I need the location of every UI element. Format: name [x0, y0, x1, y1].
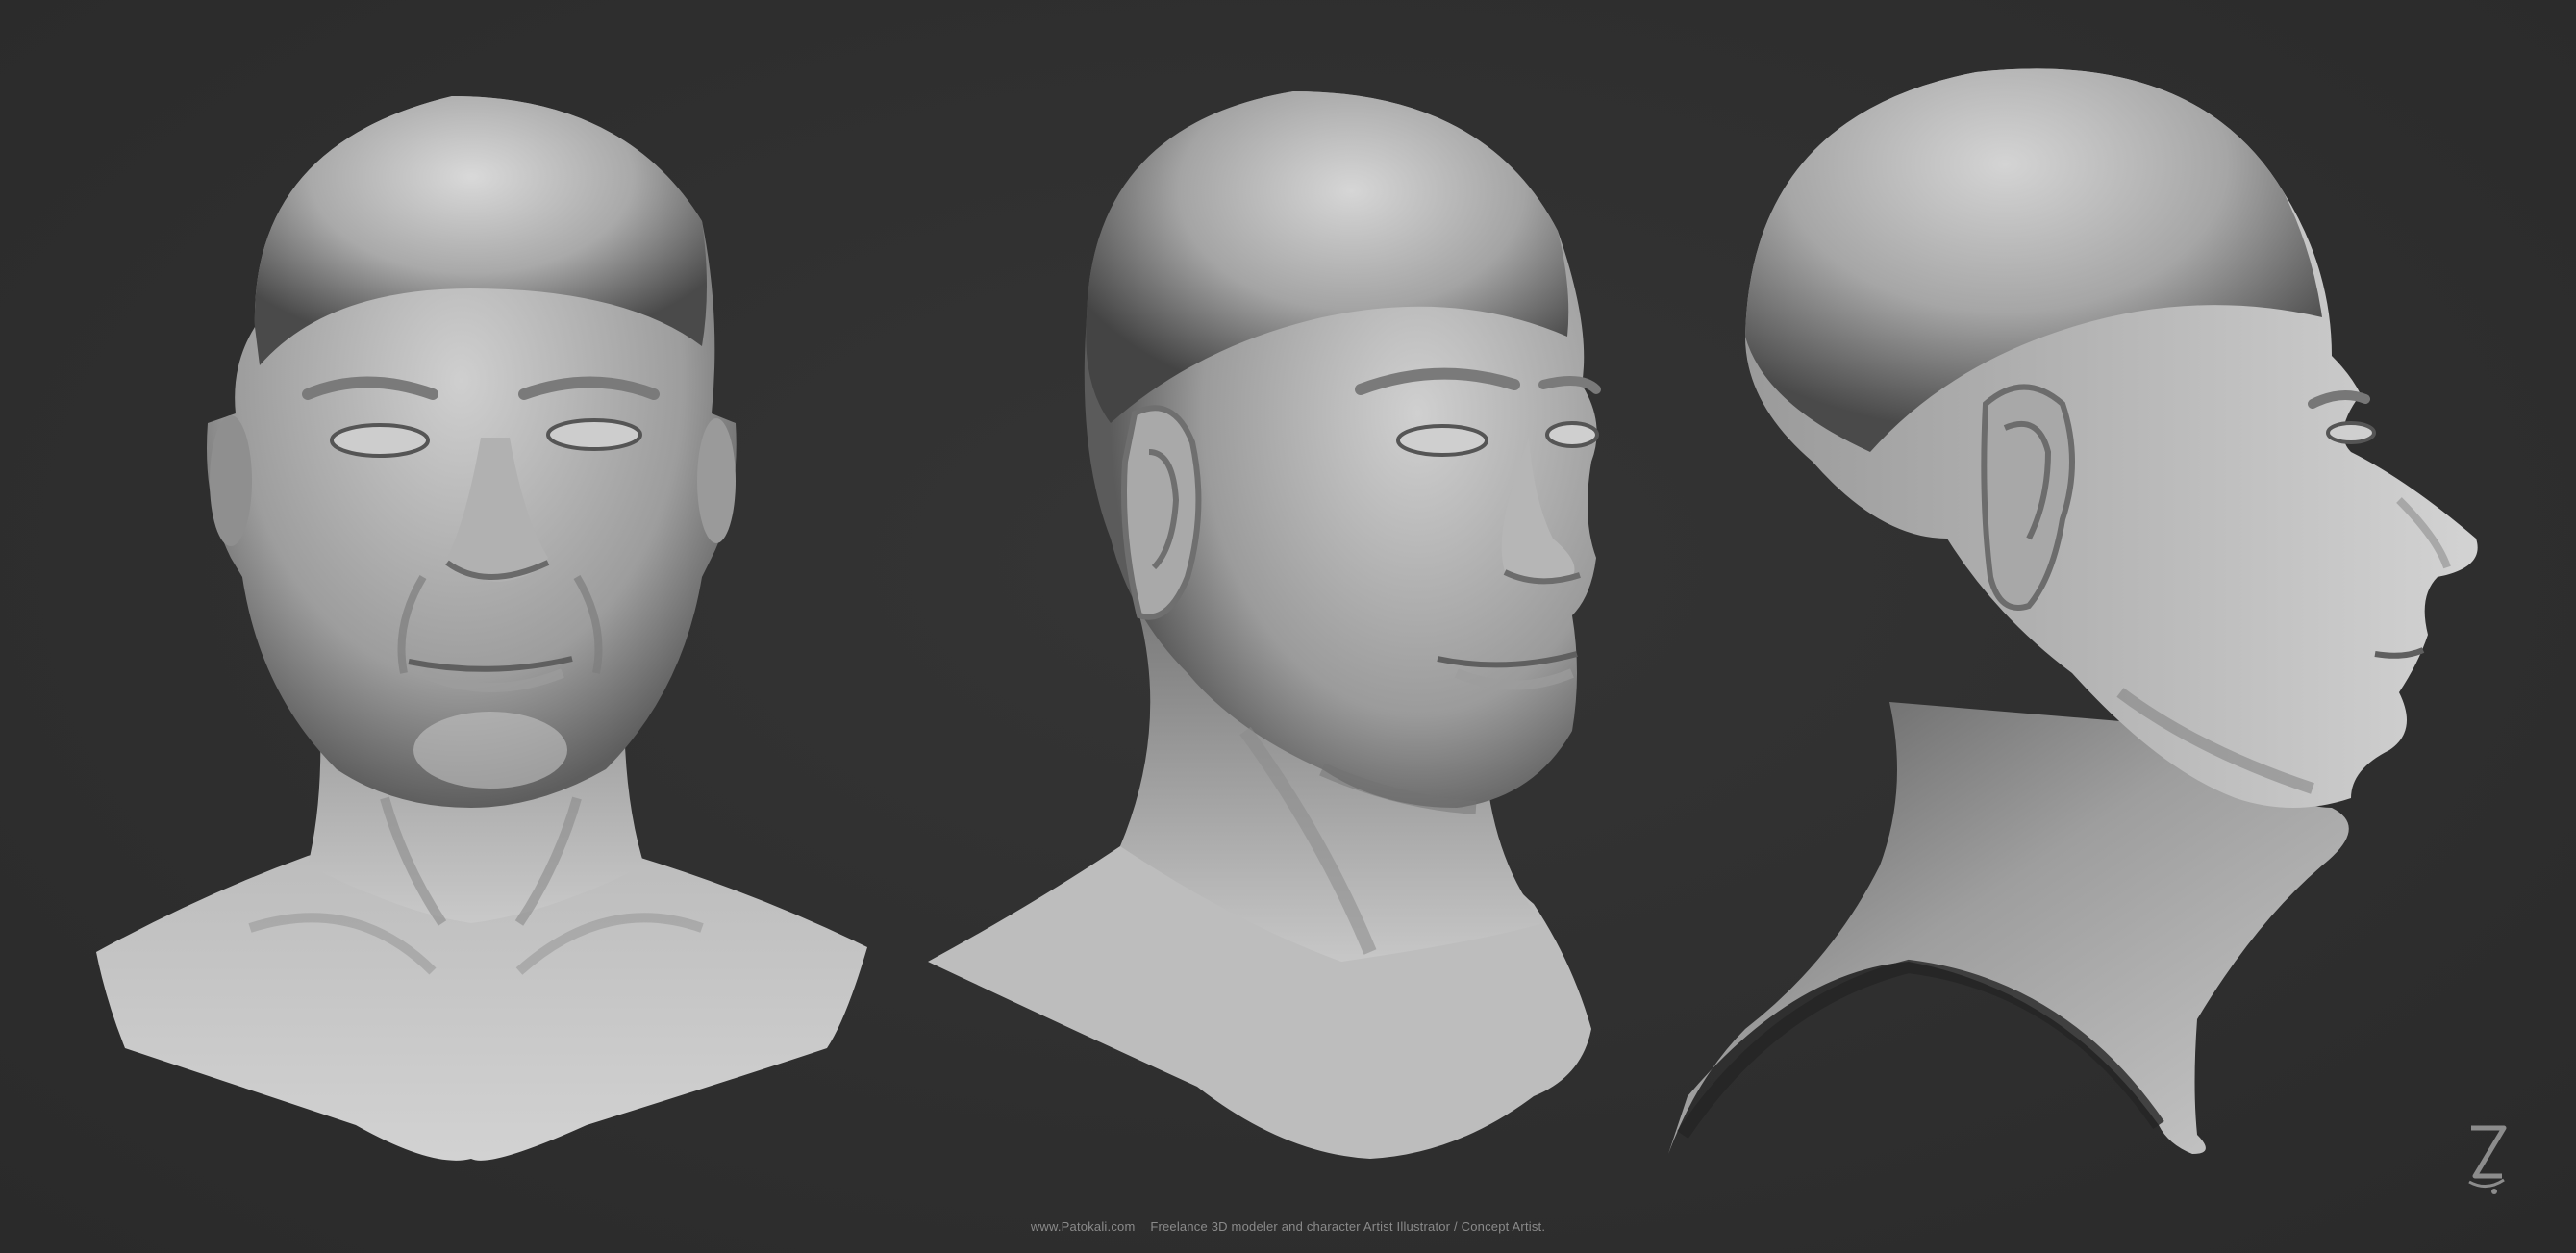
- head-bust-profile-view: [1659, 0, 2505, 1253]
- website-url: www.Patokali.com: [1030, 1219, 1136, 1234]
- profile-bust-illustration: [1668, 68, 2478, 1154]
- front-bust-illustration: [96, 96, 867, 1161]
- artist-tagline: Freelance 3D modeler and character Artis…: [1150, 1219, 1546, 1234]
- three-quarter-bust-illustration: [928, 91, 1601, 1159]
- footer-credit: www.Patokali.com Freelance 3D modeler an…: [0, 1219, 2576, 1234]
- head-bust-three-quarter-view: [918, 0, 1707, 1253]
- artist-signature-icon: [2468, 1125, 2507, 1194]
- head-bust-front-view: [87, 0, 894, 1253]
- render-canvas: www.Patokali.com Freelance 3D modeler an…: [0, 0, 2576, 1253]
